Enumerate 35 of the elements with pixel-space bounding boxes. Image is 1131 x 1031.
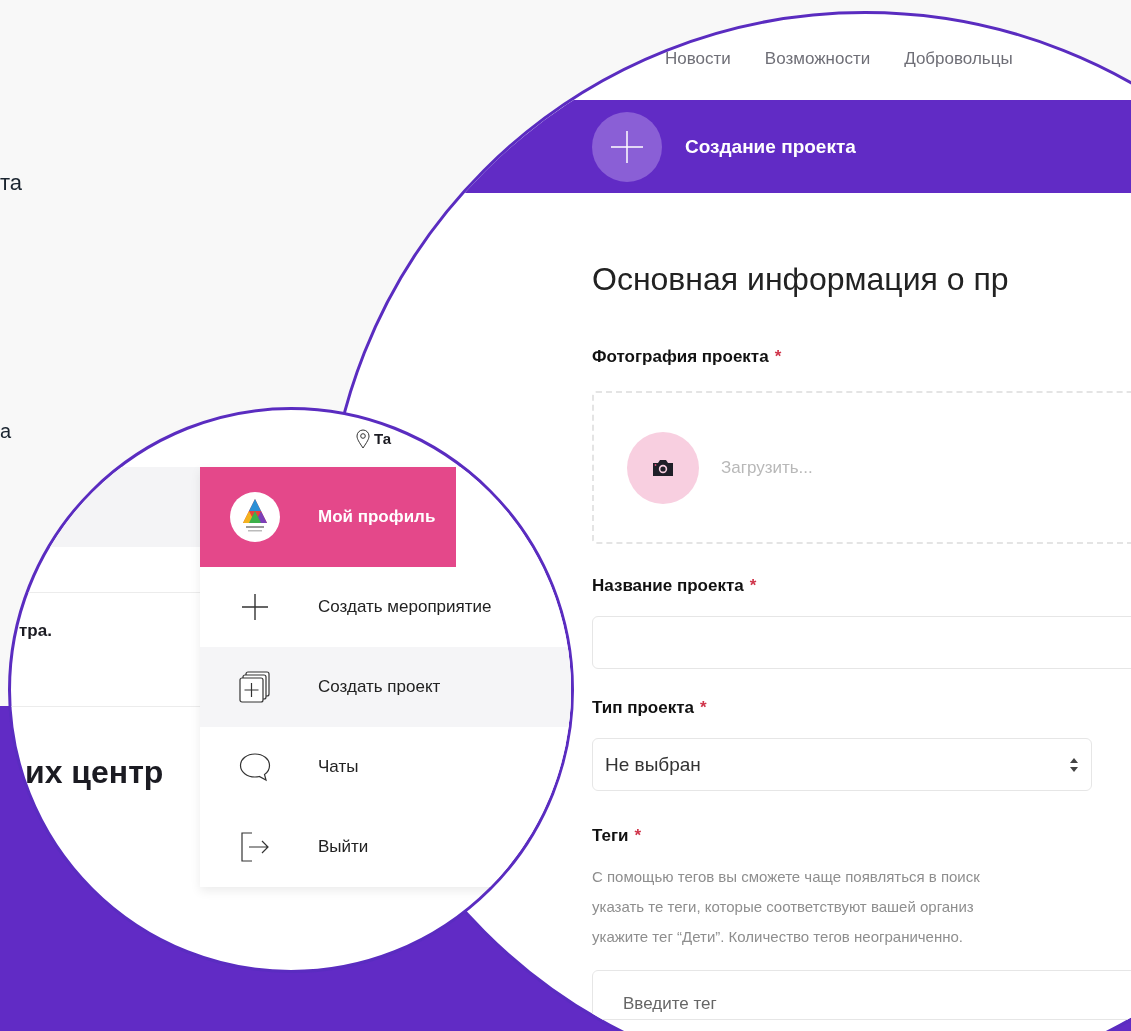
section-heading: Основная информация о пр [592,260,1009,299]
menu-item[interactable]: Создать проект [200,647,571,727]
updown-icon [1069,756,1079,773]
page-title: Создание проекта [685,135,856,158]
field-label: Тип проекта [592,697,694,719]
add-stack-icon [239,671,271,703]
location-pin-icon [356,428,370,449]
menu-item[interactable]: Создать мероприятие [200,567,571,647]
upload-text: Загрузить... [721,457,813,478]
location-text[interactable]: Та [374,430,392,447]
plus-icon [241,593,269,621]
nav-link[interactable]: Новости [665,48,731,70]
chat-bubble-icon [239,752,271,782]
field-label: Теги [592,825,629,847]
field-label: Название проекта [592,575,744,597]
required-mark: * [774,346,782,368]
nav-link[interactable]: Возможности [764,48,871,70]
logout-icon [240,832,270,862]
required-mark: * [749,575,757,597]
required-mark: * [634,825,642,847]
menu-item[interactable]: Чаты [200,727,571,807]
menu-item[interactable]: Мой профиль [200,467,456,567]
field-label: Фотография проекта [592,346,769,368]
text-fragment: а [0,419,12,444]
help-text: С помощью тегов вы сможете чаще появляться в поиск указать те теги, которые соответствуют вашей организ укажите тег “Дети”. Количество тегов неограниченно. [592,867,980,947]
nav-link[interactable]: Добровольцы [904,48,1013,70]
heading-fragment: их центр [24,753,165,792]
required-mark: * [699,697,707,719]
menu-item[interactable]: Выйти [200,807,571,887]
text-fragment: та [0,169,23,197]
input-field[interactable] [592,616,1131,669]
text-fragment: тра. [19,621,52,640]
logo-icon [229,491,281,543]
select-field[interactable]: Не выбран [592,738,1092,791]
tag-input-field[interactable]: Введите тег [592,970,1131,1020]
